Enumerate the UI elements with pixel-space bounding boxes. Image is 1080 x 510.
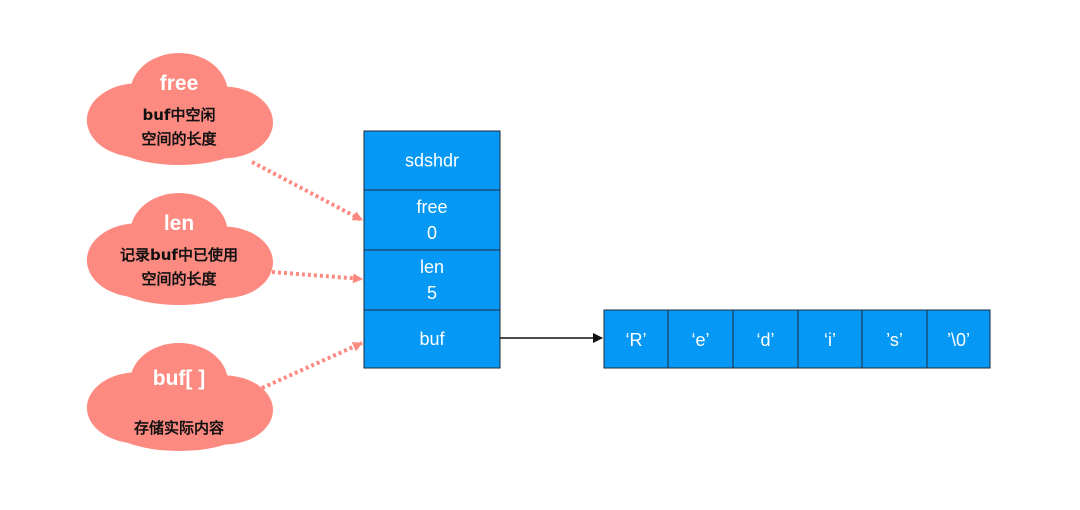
- buffer-cell: ’s’: [861, 309, 928, 369]
- struct-field-sdshdr: sdshdr: [363, 130, 501, 191]
- sdshdr-struct: sdshdr free 0 len 5 buf: [363, 130, 501, 369]
- dotted-arrow-len: [271, 270, 363, 284]
- buffer-cell: ‘R’: [603, 309, 669, 369]
- cloud-description: 记录buf中已使用: [120, 246, 238, 264]
- struct-field-label: buf: [419, 329, 445, 349]
- sds-diagram: free buf中空闲空间的长度 len 记录buf中已使用空间的长度 buf[ ] 存储…: [86, 53, 991, 452]
- struct-field-label: free: [416, 197, 447, 217]
- cloud-description: 存储实际内容: [134, 419, 224, 437]
- struct-field-value: 0: [427, 223, 437, 243]
- dotted-arrow-buf: [261, 341, 363, 390]
- annotation-cloud-buf: buf[ ] 存储实际内容: [86, 343, 273, 452]
- annotation-cloud-len: len 记录buf中已使用空间的长度: [86, 193, 273, 305]
- struct-field-len: len 5: [363, 249, 501, 311]
- buffer-cell-char: ‘i’: [824, 330, 836, 350]
- cloud-title: len: [164, 212, 194, 235]
- buffer-cell-char: ‘d’: [756, 330, 774, 350]
- struct-field-buf: buf: [363, 309, 501, 369]
- annotation-cloud-free: free buf中空闲空间的长度: [86, 53, 273, 165]
- struct-field-label: len: [420, 257, 444, 277]
- struct-field-free: free 0: [363, 189, 501, 251]
- cloud-title: free: [160, 72, 199, 95]
- cloud-description: buf中空闲: [143, 106, 216, 124]
- struct-field-value: 5: [427, 283, 437, 303]
- buffer-cell: ‘i’: [797, 309, 863, 369]
- buffer-cell-char: ‘R’: [626, 330, 647, 350]
- annotation-clouds: free buf中空闲空间的长度 len 记录buf中已使用空间的长度 buf[ ] 存储…: [86, 53, 273, 452]
- struct-field-label: sdshdr: [405, 151, 459, 171]
- cloud-description: 空间的长度: [141, 130, 217, 148]
- buffer-cell-char: ’s’: [886, 330, 903, 350]
- buffer-cell: ’\0’: [926, 309, 991, 369]
- cloud-description: 空间的长度: [141, 270, 217, 288]
- char-buffer: ‘R’ ‘e’ ‘d’ ‘i’ ’s’ ’\0’: [603, 309, 991, 369]
- dotted-arrow-free: [251, 160, 363, 222]
- cloud-title: buf[ ]: [153, 367, 205, 390]
- buffer-cell: ‘d’: [732, 309, 799, 369]
- buffer-cell-char: ‘e’: [691, 330, 709, 350]
- buffer-cell-char: ’\0’: [947, 330, 970, 350]
- buffer-cell: ‘e’: [667, 309, 734, 369]
